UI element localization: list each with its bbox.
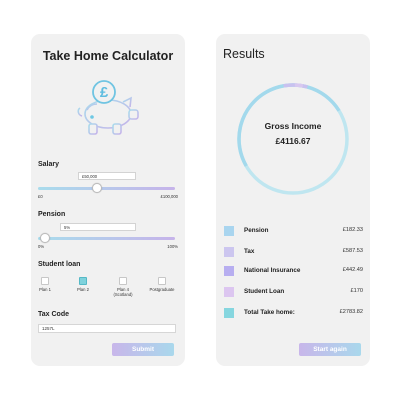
plan-2-label: Plan 2: [77, 287, 89, 292]
salary-value-tooltip: £50,000: [78, 172, 136, 180]
national-insurance-swatch: [224, 266, 234, 276]
result-value: £2783.82: [339, 309, 363, 315]
gross-income-label: Gross Income: [264, 121, 322, 131]
result-value: £442.49: [342, 267, 363, 273]
pension-swatch: [224, 226, 234, 236]
calculator-panel: Take Home Calculator £ Salary £50,000 £0…: [31, 34, 185, 366]
results-panel: Results Gross Income £4116.67 Pension £1…: [216, 34, 370, 366]
gross-income-value: £4116.67: [275, 136, 311, 146]
pension-min-label: 0%: [38, 244, 45, 249]
student-loan-swatch: [224, 287, 234, 297]
salary-label: Salary: [38, 161, 60, 168]
piggy-bank-pound-icon: £: [77, 80, 139, 135]
result-label: Pension: [244, 227, 269, 234]
plan-1-checkbox[interactable]: [41, 277, 49, 285]
tax-code-label: Tax Code: [38, 311, 69, 318]
student-loan-label: Student loan: [38, 261, 81, 268]
result-label: Total Take home:: [244, 309, 295, 316]
result-row-student-loan: Student Loan £170: [224, 286, 364, 298]
postgraduate-checkbox[interactable]: [158, 277, 166, 285]
result-row-pension: Pension £182.33: [224, 225, 364, 237]
result-row-national-insurance: National Insurance £442.49: [224, 265, 364, 277]
salary-slider-track[interactable]: [38, 187, 175, 190]
result-value: £587.53: [342, 248, 363, 254]
total-take-home-swatch: [224, 308, 234, 318]
tax-swatch: [224, 247, 234, 257]
pension-max-label: 100%: [167, 244, 178, 249]
plan-4-label: Plan 4 (Scotland): [113, 287, 133, 297]
plan-2-checkbox[interactable]: [79, 277, 87, 285]
salary-min-label: £0: [38, 194, 43, 199]
postgraduate-label: Postgraduate: [149, 287, 175, 292]
result-label: National Insurance: [244, 267, 301, 274]
salary-max-label: £100,000: [160, 194, 178, 199]
result-row-tax: Tax £587.53: [224, 246, 364, 258]
svg-text:£: £: [100, 84, 109, 101]
result-label: Tax: [244, 248, 255, 255]
pension-slider-thumb[interactable]: [39, 233, 50, 243]
pension-label: Pension: [38, 211, 66, 218]
pension-slider-track[interactable]: [38, 237, 175, 240]
plan-1-label: Plan 1: [39, 287, 51, 292]
pension-value-tooltip: 5%: [60, 223, 136, 231]
results-title: Results: [223, 47, 265, 61]
tax-code-input[interactable]: 1257L: [38, 324, 176, 333]
calculator-title: Take Home Calculator: [42, 49, 174, 63]
plan-4-checkbox[interactable]: [119, 277, 127, 285]
salary-slider-thumb[interactable]: [91, 183, 102, 193]
submit-button[interactable]: Submit: [112, 343, 174, 356]
start-again-button[interactable]: Start again: [299, 343, 361, 356]
result-label: Student Loan: [244, 288, 285, 295]
result-row-total-take-home: Total Take home: £2783.82: [224, 307, 364, 319]
result-value: £170: [350, 288, 363, 294]
result-value: £182.33: [342, 227, 363, 233]
